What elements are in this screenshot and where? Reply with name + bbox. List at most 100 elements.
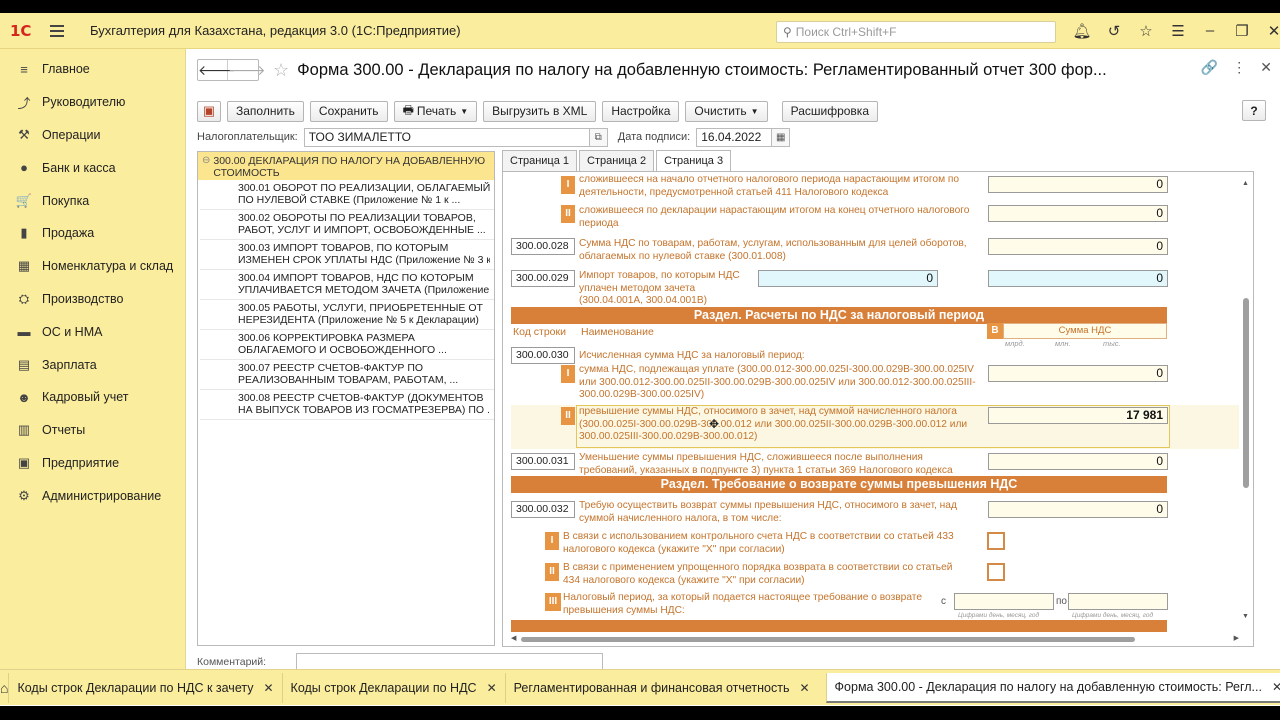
forward-button[interactable]: 🡒	[228, 60, 266, 80]
sidebar-item-label: Предприятие	[42, 455, 120, 470]
row-code: 300.00.028	[511, 238, 575, 255]
date-field[interactable]: 16.04.2022	[696, 127, 773, 147]
settings-icon[interactable]: ☰	[1162, 22, 1194, 40]
scroll-thumb[interactable]	[1243, 298, 1249, 488]
help-button[interactable]: ?	[1242, 100, 1266, 121]
tree-item[interactable]: 300.08 РЕЕСТР СЧЕТОВ-ФАКТУР (ДОКУМЕНТОВ Н…	[200, 390, 494, 420]
payer-field[interactable]: ТОО ЗИМАЛЕТТО	[303, 127, 590, 147]
close-icon[interactable]: ✕	[1258, 22, 1280, 40]
window-tab[interactable]: Регламентированная и финансовая отчетнос…	[504, 672, 818, 703]
section-header: Раздел. Расчеты по НДС за налоговый пери…	[511, 307, 1167, 324]
back-button[interactable]: 🡐	[198, 60, 236, 80]
menu-icon[interactable]	[50, 24, 76, 37]
value-field[interactable]: 0	[988, 238, 1168, 255]
window-tab[interactable]: Коды строк Декларации по НДС ✕	[281, 672, 505, 703]
sidebar-item-label: Зарплата	[42, 357, 97, 372]
scroll-up-icon[interactable]: ▲	[1242, 180, 1249, 187]
close-tab-icon[interactable]: ✕	[1272, 680, 1280, 694]
tree-item[interactable]: 300.03 ИМПОРТ ТОВАРОВ, ПО КОТОРЫМ ИЗМЕНЕН…	[200, 240, 494, 270]
value-field[interactable]: 17 981	[988, 407, 1168, 424]
unit-th: тыс.	[1103, 339, 1121, 348]
more-icon[interactable]: ⋮	[1232, 59, 1246, 76]
decode-button[interactable]: Расшифровка	[781, 100, 878, 122]
close-tab-icon[interactable]: ✕	[487, 681, 497, 695]
print-button[interactable]: 🖶 Печать ▼	[393, 100, 478, 122]
close-tab-icon[interactable]: ✕	[799, 681, 809, 695]
open-icon[interactable]: ⧉	[589, 127, 608, 147]
value-field[interactable]: 0	[988, 176, 1168, 193]
sidebar-item[interactable]: ⛭ Производство	[0, 283, 185, 316]
agree-checkbox[interactable]	[987, 532, 1005, 550]
restore-icon[interactable]: ❐	[1226, 22, 1258, 40]
sidebar-item[interactable]: ⚒ Операции	[0, 119, 185, 152]
save-button[interactable]: Сохранить	[309, 100, 388, 122]
tree-root-item[interactable]: ⊖ 300.00 ДЕКЛАРАЦИЯ ПО НАЛОГУ НА ДОБАВЛЕ…	[198, 152, 494, 180]
value-field-a[interactable]: 0	[758, 270, 938, 287]
scroll-down-icon[interactable]: ▼	[1242, 613, 1249, 620]
sidebar-item[interactable]: ▬ ОС и НМА	[0, 315, 185, 348]
tree-item[interactable]: 300.07 РЕЕСТР СЧЕТОВ-ФАКТУР ПО РЕАЛИЗОВАН…	[200, 360, 494, 390]
scroll-left-icon[interactable]: ◀	[511, 634, 516, 642]
favorite-star-icon[interactable]: ☆	[273, 60, 289, 81]
window-tab-label: Регламентированная и финансовая отчетнос…	[513, 680, 790, 695]
tree-item[interactable]: 300.02 ОБОРОТЫ ПО РЕАЛИЗАЦИИ ТОВАРОВ, РАБ…	[200, 210, 494, 240]
tab-page-2[interactable]: Страница 2	[579, 150, 655, 171]
horizontal-scrollbar[interactable]: ◀ ▶	[511, 634, 1239, 644]
clear-button[interactable]: Очистить ▼	[685, 100, 768, 122]
sidebar-item[interactable]: ● Банк и касса	[0, 151, 185, 184]
sidebar-item[interactable]: ▣ Предприятие	[0, 447, 185, 480]
vertical-scrollbar[interactable]: ▲ ▼	[1241, 180, 1251, 620]
value-field[interactable]: 0	[988, 501, 1168, 518]
history-icon[interactable]: ↺	[1098, 22, 1130, 40]
period-from-field[interactable]	[954, 593, 1054, 610]
sidebar-item-icon: ⤴	[17, 95, 31, 111]
tree-item[interactable]: 300.01 ОБОРОТ ПО РЕАЛИЗАЦИИ, ОБЛАГАЕМЫЙ П…	[200, 180, 494, 210]
settings-button[interactable]: Настройка	[602, 100, 680, 122]
sidebar-item[interactable]: 🛒 Покупка	[0, 184, 185, 217]
tree-item-line2: ОБЛАГАЕМОГО И ОСВОБОЖДЕННОГО ...	[238, 344, 447, 356]
home-icon[interactable]: ⌂	[0, 680, 8, 696]
sidebar-item[interactable]: ⚙ Администрирование	[0, 479, 185, 512]
toolbar: ▣ Заполнить Сохранить 🖶 Печать ▼ Выгрузить…	[197, 100, 1272, 122]
bell-icon[interactable]: 🔔︎	[1066, 22, 1098, 40]
report-icon-button[interactable]: ▣	[197, 100, 221, 122]
tab-page-3[interactable]: Страница 3	[656, 150, 732, 172]
sidebar-item[interactable]: ⤴ Руководителю	[0, 86, 185, 119]
col-b-header: B	[987, 323, 1003, 339]
sidebar-item[interactable]: ▥ Отчеты	[0, 414, 185, 447]
sidebar-item[interactable]: ≡ Главное	[0, 53, 185, 86]
scroll-right-icon[interactable]: ▶	[1234, 634, 1239, 642]
sidebar-item[interactable]: ☻ Кадровый учет	[0, 381, 185, 414]
value-field[interactable]: 0	[988, 453, 1168, 470]
minimize-icon[interactable]: –	[1194, 22, 1226, 40]
sidebar-item[interactable]: ▤ Зарплата	[0, 348, 185, 381]
sidebar-item[interactable]: ▦ Номенклатура и склад	[0, 250, 185, 283]
tab-page-1[interactable]: Страница 1	[502, 150, 578, 171]
value-field[interactable]: 0	[988, 205, 1168, 222]
export-xml-button[interactable]: Выгрузить в XML	[483, 100, 597, 122]
agree-checkbox[interactable]	[987, 563, 1005, 581]
global-search-input[interactable]: ⚲ Поиск Ctrl+Shift+F	[776, 21, 1056, 43]
fill-button[interactable]: Заполнить	[227, 100, 304, 122]
sidebar-item-icon: ▦	[17, 258, 31, 274]
tree-item[interactable]: 300.04 ИМПОРТ ТОВАРОВ, НДС ПО КОТОРЫМ УПЛ…	[200, 270, 494, 300]
window-tab[interactable]: Форма 300.00 - Декларация по налогу на д…	[825, 672, 1280, 703]
date-label: Дата подписи:	[617, 131, 691, 143]
close-form-icon[interactable]: ✕	[1260, 59, 1272, 76]
sidebar-item[interactable]: ▮ Продажа	[0, 217, 185, 250]
row-code: 300.00.030	[511, 347, 575, 364]
scroll-thumb[interactable]	[521, 637, 1135, 642]
from-label: с	[941, 596, 946, 607]
tree-item[interactable]: 300.05 РАБОТЫ, УСЛУГИ, ПРИОБРЕТЕННЫЕ ОТ Н…	[200, 300, 494, 330]
close-tab-icon[interactable]: ✕	[263, 681, 273, 695]
calendar-icon[interactable]: ▦	[772, 127, 791, 147]
value-field[interactable]: 0	[988, 365, 1168, 382]
tree-item-line1: 300.07 РЕЕСТР СЧЕТОВ-ФАКТУР ПО	[238, 362, 424, 374]
period-to-field[interactable]	[1068, 593, 1168, 610]
window-tab[interactable]: Коды строк Декларации по НДС к зачету ✕	[8, 672, 281, 703]
star-icon[interactable]: ☆	[1130, 22, 1162, 40]
tree-item[interactable]: 300.06 КОРРЕКТИРОВКА РАЗМЕРА ОБЛАГАЕМОГО …	[200, 330, 494, 360]
value-field-b[interactable]: 0	[988, 270, 1168, 287]
collapse-icon[interactable]: ⊖	[202, 155, 213, 167]
link-icon[interactable]: 🔗	[1201, 59, 1218, 76]
